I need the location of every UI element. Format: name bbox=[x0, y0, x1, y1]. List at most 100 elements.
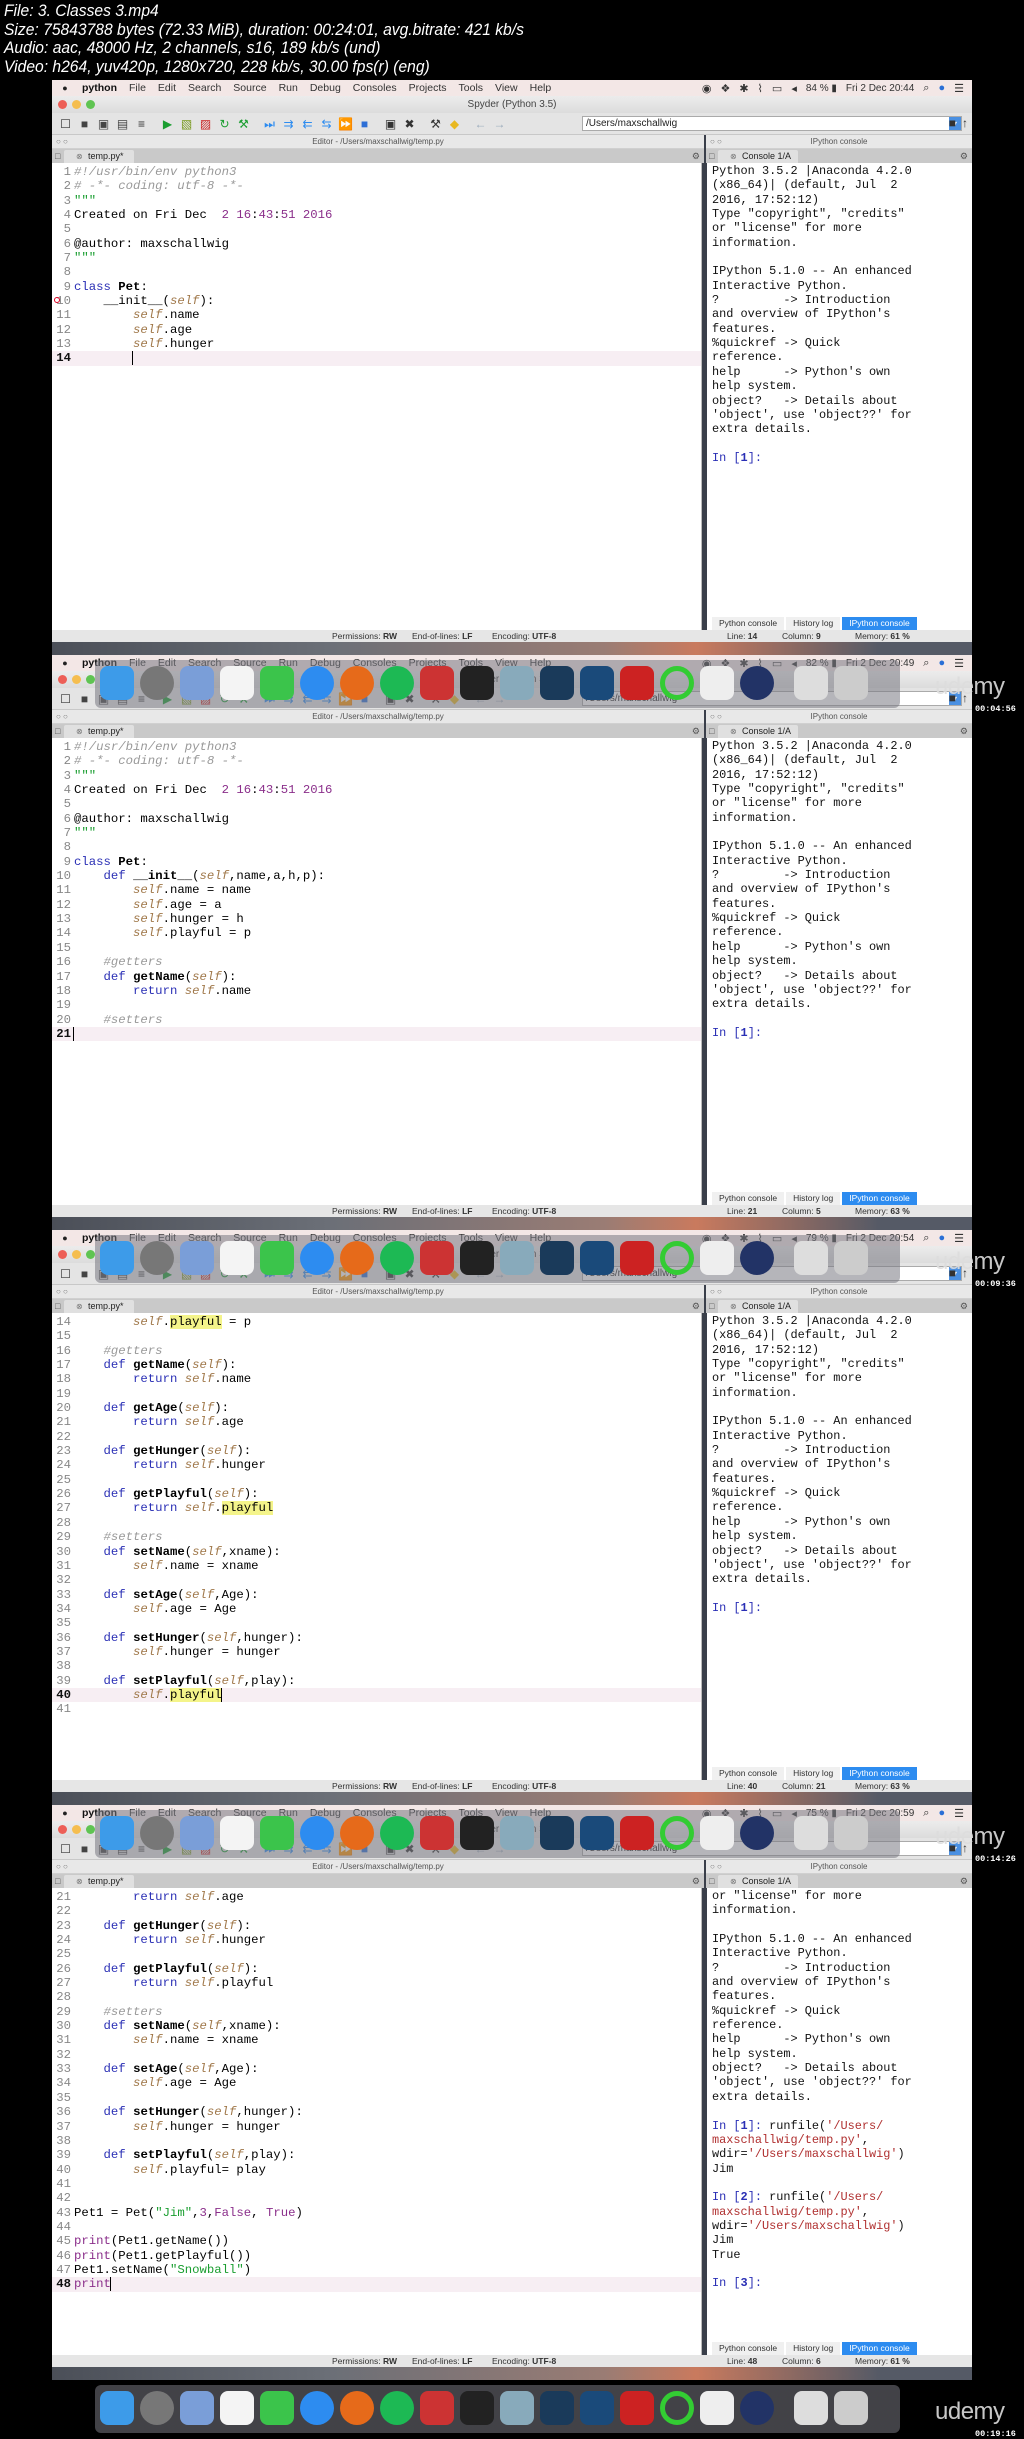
calendar-icon[interactable] bbox=[220, 1241, 254, 1275]
browse-tabs-icon[interactable]: □ bbox=[709, 1874, 714, 1888]
close-tab-icon[interactable]: ⊗ bbox=[76, 1300, 83, 1313]
browse-tabs-icon[interactable]: □ bbox=[709, 1299, 714, 1313]
firefox-icon[interactable] bbox=[340, 1816, 374, 1850]
arduino-icon[interactable] bbox=[580, 1241, 614, 1275]
open-file-icon[interactable]: ■ bbox=[77, 1266, 92, 1281]
terminal-icon[interactable] bbox=[460, 2391, 494, 2425]
code-line[interactable]: 18 return self.name bbox=[52, 984, 701, 998]
code-line[interactable]: 25 bbox=[52, 1473, 701, 1487]
ipython-console-output[interactable]: Python 3.5.2 |Anaconda 4.2.0 (x86_64)| (… bbox=[707, 738, 972, 1205]
console-tab-1a[interactable]: ⊗ Console 1/A bbox=[718, 1300, 798, 1313]
kindle-icon[interactable] bbox=[540, 2391, 574, 2425]
pane-tab-ipython-console[interactable]: IPython console bbox=[842, 2342, 917, 2355]
spotify-icon[interactable] bbox=[380, 2391, 414, 2425]
close-tab-icon[interactable]: ⊗ bbox=[730, 1875, 737, 1888]
code-line[interactable]: 9 class Pet: bbox=[52, 280, 701, 294]
code-line[interactable]: 38 bbox=[52, 1659, 701, 1673]
code-line[interactable]: 15 bbox=[52, 941, 701, 955]
code-line[interactable]: 16 #getters bbox=[52, 955, 701, 969]
apple-menu-icon[interactable]: ● bbox=[54, 83, 76, 93]
activity-icon[interactable] bbox=[660, 666, 694, 700]
mail-icon[interactable] bbox=[180, 2391, 214, 2425]
back-icon[interactable]: ← bbox=[473, 116, 488, 131]
pane-tab-history-log[interactable]: History log bbox=[786, 1767, 841, 1780]
options-gear-icon[interactable]: ⚙ bbox=[692, 1874, 700, 1888]
zoom-window-button[interactable] bbox=[86, 1825, 95, 1834]
spotlight-search-icon[interactable]: ⌕ bbox=[923, 1232, 929, 1245]
pane-tab-ipython-console[interactable]: IPython console bbox=[842, 1767, 917, 1780]
code-line[interactable]: 13 self.hunger = h bbox=[52, 912, 701, 926]
close-window-button[interactable] bbox=[58, 100, 67, 109]
notification-center-icon[interactable]: ☰ bbox=[954, 82, 964, 95]
browse-tabs-icon[interactable]: □ bbox=[55, 724, 60, 738]
close-window-button[interactable] bbox=[58, 1825, 67, 1834]
fullscreen-icon[interactable]: ✖ bbox=[402, 116, 417, 131]
code-line[interactable]: 23 def getHunger(self): bbox=[52, 1919, 701, 1933]
code-line[interactable]: 17 def getName(self): bbox=[52, 970, 701, 984]
textedit-icon[interactable] bbox=[700, 2391, 734, 2425]
code-line[interactable]: 23 def getHunger(self): bbox=[52, 1444, 701, 1458]
kindle-icon[interactable] bbox=[540, 1816, 574, 1850]
open-file-icon[interactable]: ■ bbox=[77, 116, 92, 131]
code-line[interactable]: 36 def setHunger(self,hunger): bbox=[52, 2105, 701, 2119]
facetime-icon[interactable] bbox=[260, 2391, 294, 2425]
pane-tab-history-log[interactable]: History log bbox=[786, 1192, 841, 1205]
code-line[interactable]: 26 def getPlayful(self): bbox=[52, 1487, 701, 1501]
code-line[interactable]: 5 bbox=[52, 797, 701, 811]
code-line[interactable]: 40 self.playful= play bbox=[52, 2163, 701, 2177]
trash-icon[interactable] bbox=[834, 1816, 868, 1850]
preview-icon[interactable] bbox=[500, 1241, 534, 1275]
code-line[interactable]: 7 """ bbox=[52, 251, 701, 265]
facetime-icon[interactable] bbox=[260, 1241, 294, 1275]
arduino-icon[interactable] bbox=[580, 2391, 614, 2425]
calendar-icon[interactable] bbox=[220, 2391, 254, 2425]
code-line[interactable]: 28 bbox=[52, 1990, 701, 2004]
mail-icon[interactable] bbox=[180, 1816, 214, 1850]
trash-icon[interactable] bbox=[834, 1241, 868, 1275]
code-line[interactable]: 30 def setName(self,xname): bbox=[52, 1545, 701, 1559]
code-line[interactable]: 36 def setHunger(self,hunger): bbox=[52, 1631, 701, 1645]
mail-icon[interactable] bbox=[180, 1241, 214, 1275]
save-icon[interactable]: ▣ bbox=[96, 116, 111, 131]
code-line[interactable]: 7 """ bbox=[52, 826, 701, 840]
zoom-window-button[interactable] bbox=[86, 1250, 95, 1259]
code-line[interactable]: 29 #setters bbox=[52, 1530, 701, 1544]
unindent-icon[interactable]: ⇇ bbox=[300, 116, 315, 131]
code-line[interactable]: 3 """ bbox=[52, 769, 701, 783]
console-tab-1a[interactable]: ⊗ Console 1/A bbox=[718, 150, 798, 163]
spotlight-search-icon[interactable]: ⌕ bbox=[923, 657, 929, 670]
app-store-icon[interactable] bbox=[300, 2391, 334, 2425]
code-line[interactable]: 35 bbox=[52, 2091, 701, 2105]
minimize-window-button[interactable] bbox=[72, 100, 81, 109]
close-tab-icon[interactable]: ⊗ bbox=[730, 725, 737, 738]
finder-icon[interactable] bbox=[100, 1241, 134, 1275]
ipython-console-output[interactable]: Python 3.5.2 |Anaconda 4.2.0 (x86_64)| (… bbox=[707, 163, 972, 630]
terminal-icon[interactable] bbox=[460, 1816, 494, 1850]
arduino-icon[interactable] bbox=[580, 1816, 614, 1850]
menu-item-edit[interactable]: Edit bbox=[152, 82, 182, 94]
ipython-console-output[interactable]: Python 3.5.2 |Anaconda 4.2.0 (x86_64)| (… bbox=[707, 1313, 972, 1780]
minimize-window-button[interactable] bbox=[72, 1250, 81, 1259]
code-line[interactable]: 41 bbox=[52, 1702, 701, 1716]
trash-icon[interactable] bbox=[834, 666, 868, 700]
run-icon[interactable]: ▶ bbox=[160, 116, 175, 131]
menu-item-python[interactable]: python bbox=[76, 82, 123, 94]
spotify-icon[interactable] bbox=[380, 666, 414, 700]
dropbox-icon[interactable]: ❖ bbox=[720, 82, 730, 95]
minimize-window-button[interactable] bbox=[72, 675, 81, 684]
close-window-button[interactable] bbox=[58, 1250, 67, 1259]
menu-item-file[interactable]: File bbox=[123, 82, 152, 94]
options-gear-icon[interactable]: ⚙ bbox=[960, 724, 968, 738]
code-line[interactable]: 32 bbox=[52, 2048, 701, 2062]
debug-icon[interactable]: ⚒ bbox=[236, 116, 251, 131]
menu-item-run[interactable]: Run bbox=[273, 82, 304, 94]
options-gear-icon[interactable]: ⚙ bbox=[692, 149, 700, 163]
code-line[interactable]: 47 Pet1.setName("Snowball") bbox=[52, 2263, 701, 2277]
code-line[interactable]: 34 self.age = Age bbox=[52, 1602, 701, 1616]
code-line[interactable]: 38 bbox=[52, 2134, 701, 2148]
calendar-icon[interactable] bbox=[220, 1816, 254, 1850]
code-editor[interactable]: 21 return self.age 22 23 def getHunger(sel… bbox=[52, 1888, 702, 2355]
code-editor[interactable]: 14 self.playful = p 15 16 #getters 17 def g… bbox=[52, 1313, 702, 1780]
code-editor[interactable]: 1 #!/usr/bin/env python3 2 # -*- coding: ut… bbox=[52, 163, 702, 630]
code-line[interactable]: 37 self.hunger = hunger bbox=[52, 2120, 701, 2134]
